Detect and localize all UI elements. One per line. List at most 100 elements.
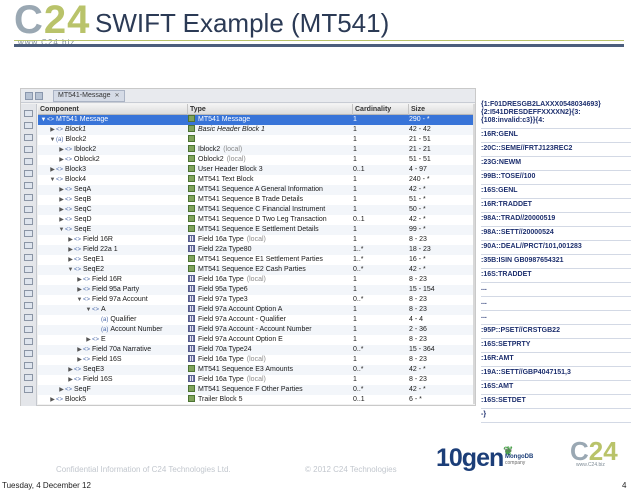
expand-right-icon[interactable]: ▶ xyxy=(76,345,83,355)
table-row[interactable]: ▶<> Block1 Basic Header Block 1 1 42 - 42 xyxy=(38,125,475,135)
table-row[interactable]: ▼(a) Block2 1 21 - 51 xyxy=(38,135,475,145)
palette-tool-icon[interactable] xyxy=(24,266,33,273)
tab-mt541-message[interactable]: MT541-Message ✕ xyxy=(53,89,125,103)
table-row[interactable]: ▶<> SeqA MT541 Sequence A General Informat… xyxy=(38,185,475,195)
expand-right-icon[interactable]: ▶ xyxy=(49,125,56,135)
palette-strip xyxy=(21,104,37,406)
palette-tool-icon[interactable] xyxy=(24,278,33,285)
palette-tool-icon[interactable] xyxy=(24,218,33,225)
expand-right-icon[interactable]: ▶ xyxy=(58,185,65,195)
table-row[interactable]: ▼<> SeqE MT541 Sequence E Settlement Detai… xyxy=(38,225,475,235)
palette-tool-icon[interactable] xyxy=(24,338,33,345)
palette-tool-icon[interactable] xyxy=(24,170,33,177)
table-row[interactable]: (a) Account Number Field 97a Account - Acc… xyxy=(38,325,475,335)
palette-tool-icon[interactable] xyxy=(24,122,33,129)
palette-tool-icon[interactable] xyxy=(24,314,33,321)
table-row[interactable]: ▼<> A Field 97a Account Option A 1 8 - 23 xyxy=(38,305,475,315)
expand-down-icon[interactable]: ▼ xyxy=(67,265,74,275)
column-header-size[interactable]: Size xyxy=(409,104,475,115)
expand-down-icon[interactable]: ▼ xyxy=(58,225,65,235)
expand-down-icon[interactable]: ▼ xyxy=(49,135,56,145)
table-row[interactable]: ▶<> SeqF MT541 Sequence F Other Parties 0..… xyxy=(38,385,475,395)
table-row[interactable]: (a) Qualifier Field 97a Account - Qualifie… xyxy=(38,315,475,325)
table-row[interactable]: ▶<> Field 95a Party Field 95a Type6 1 15 - 1… xyxy=(38,285,475,295)
expand-right-icon[interactable]: ▶ xyxy=(67,365,74,375)
element-icon: <> xyxy=(47,117,55,123)
complex-type-icon xyxy=(188,155,195,162)
type-cell: User Header Block 3 xyxy=(188,165,353,175)
palette-tool-icon[interactable] xyxy=(24,110,33,117)
table-row[interactable]: ▶<> Field 16S Field 16a Type (local) 1 8 - 23 xyxy=(38,355,475,365)
table-row[interactable]: ▶<> Field 16R Field 16a Type (local) 1 8 - 23 xyxy=(38,275,475,285)
palette-tool-icon[interactable] xyxy=(24,158,33,165)
table-row[interactable]: ▶<> SeqE1 MT541 Sequence E1 Settlement Par… xyxy=(38,255,475,265)
column-header-component[interactable]: Component xyxy=(38,104,188,115)
palette-tool-icon[interactable] xyxy=(24,242,33,249)
palette-tool-icon[interactable] xyxy=(24,326,33,333)
table-row[interactable]: ▶<> Oblock2 Oblock2 (local) 1 51 - 51 xyxy=(38,155,475,165)
palette-tool-icon[interactable] xyxy=(24,206,33,213)
local-tag: (local) xyxy=(246,236,266,243)
column-header-cardinality[interactable]: Cardinality xyxy=(353,104,409,115)
expand-right-icon[interactable]: ▶ xyxy=(58,385,65,395)
table-row[interactable]: ▶<> Iblock2 Iblock2 (local) 1 21 - 21 xyxy=(38,145,475,155)
table-row[interactable]: ▼<> Field 97a Account Field 97a Type3 0..* 8… xyxy=(38,295,475,305)
expand-down-icon[interactable]: ▼ xyxy=(76,295,83,305)
expand-right-icon[interactable]: ▶ xyxy=(49,395,56,404)
expand-down-icon[interactable]: ▼ xyxy=(40,115,47,125)
expand-right-icon[interactable]: ▶ xyxy=(58,155,65,165)
component-name: Field 97a Account xyxy=(92,296,148,303)
close-icon[interactable]: ✕ xyxy=(115,89,120,103)
expand-right-icon[interactable]: ▶ xyxy=(49,165,56,175)
table-row[interactable]: ▶<> Field 16R Field 16a Type (local) 1 8 - 23 xyxy=(38,235,475,245)
expand-right-icon[interactable]: ▶ xyxy=(85,335,92,345)
column-header-type[interactable]: Type xyxy=(188,104,353,115)
palette-tool-icon[interactable] xyxy=(24,134,33,141)
expand-right-icon[interactable]: ▶ xyxy=(76,275,83,285)
table-row[interactable]: ▼<> MT541 Message MT541 Message 1 290 - * xyxy=(38,115,475,125)
palette-tool-icon[interactable] xyxy=(24,374,33,381)
expand-right-icon[interactable]: ▶ xyxy=(76,285,83,295)
expand-right-icon[interactable]: ▶ xyxy=(67,255,74,265)
palette-tool-icon[interactable] xyxy=(24,350,33,357)
expand-right-icon[interactable]: ▶ xyxy=(76,355,83,365)
expand-down-icon[interactable]: ▼ xyxy=(85,305,92,315)
palette-tool-icon[interactable] xyxy=(24,362,33,369)
table-row[interactable]: ▶<> E Field 97a Account Option E 1 8 - 23 xyxy=(38,335,475,345)
table-row[interactable]: ▶<> Field 22a 1 Field 22a Type80 1..* 18 - 2… xyxy=(38,245,475,255)
element-icon: <> xyxy=(65,207,73,213)
cardinality-cell: 1 xyxy=(353,176,357,183)
palette-tool-icon[interactable] xyxy=(24,194,33,201)
palette-tool-icon[interactable] xyxy=(24,146,33,153)
palette-tool-icon[interactable] xyxy=(24,254,33,261)
expand-right-icon[interactable]: ▶ xyxy=(67,375,74,385)
table-row[interactable]: ▶<> Field 16S Field 16a Type (local) 1 8 - 23 xyxy=(38,375,475,385)
expand-right-icon[interactable]: ▶ xyxy=(67,235,74,245)
palette-tool-icon[interactable] xyxy=(24,230,33,237)
size-cell: 21 - 51 xyxy=(409,136,431,143)
palette-tool-icon[interactable] xyxy=(24,302,33,309)
table-row[interactable]: ▶<> SeqD MT541 Sequence D Two Leg Transact… xyxy=(38,215,475,225)
table-row[interactable]: ▶<> SeqC MT541 Sequence C Financial Instru… xyxy=(38,205,475,215)
table-row[interactable]: ▶<> Field 70a Narrative Field 70a Type24 0.… xyxy=(38,345,475,355)
expand-right-icon[interactable]: ▶ xyxy=(58,145,65,155)
palette-tool-icon[interactable] xyxy=(24,386,33,393)
expand-right-icon[interactable]: ▶ xyxy=(67,245,74,255)
expand-down-icon[interactable]: ▼ xyxy=(49,175,56,185)
toolbar-icon[interactable] xyxy=(25,91,33,100)
table-row[interactable]: ▼<> SeqE2 MT541 Sequence E2 Cash Parties 0.… xyxy=(38,265,475,275)
vertical-scrollbar[interactable] xyxy=(473,104,475,404)
table-row[interactable]: ▶<> Block3 User Header Block 3 0..1 4 - 97 xyxy=(38,165,475,175)
toolbar-icon[interactable] xyxy=(35,91,43,100)
message-line: :16S:AMT xyxy=(481,381,631,395)
table-row[interactable]: ▼<> Block4 MT541 Text Block 1 240 - * xyxy=(38,175,475,185)
table-row[interactable]: ▶<> Block5 Trailer Block 5 0..1 6 - * xyxy=(38,395,475,404)
expand-right-icon[interactable]: ▶ xyxy=(58,195,65,205)
expand-right-icon[interactable]: ▶ xyxy=(58,205,65,215)
palette-tool-icon[interactable] xyxy=(24,182,33,189)
table-row[interactable]: ▶<> SeqB MT541 Sequence B Trade Details 1 51… xyxy=(38,195,475,205)
expand-right-icon[interactable]: ▶ xyxy=(58,215,65,225)
complex-type-icon xyxy=(188,205,195,212)
palette-tool-icon[interactable] xyxy=(24,290,33,297)
table-row[interactable]: ▶<> SeqE3 MT541 Sequence E3 Amounts 0..* 42 … xyxy=(38,365,475,375)
